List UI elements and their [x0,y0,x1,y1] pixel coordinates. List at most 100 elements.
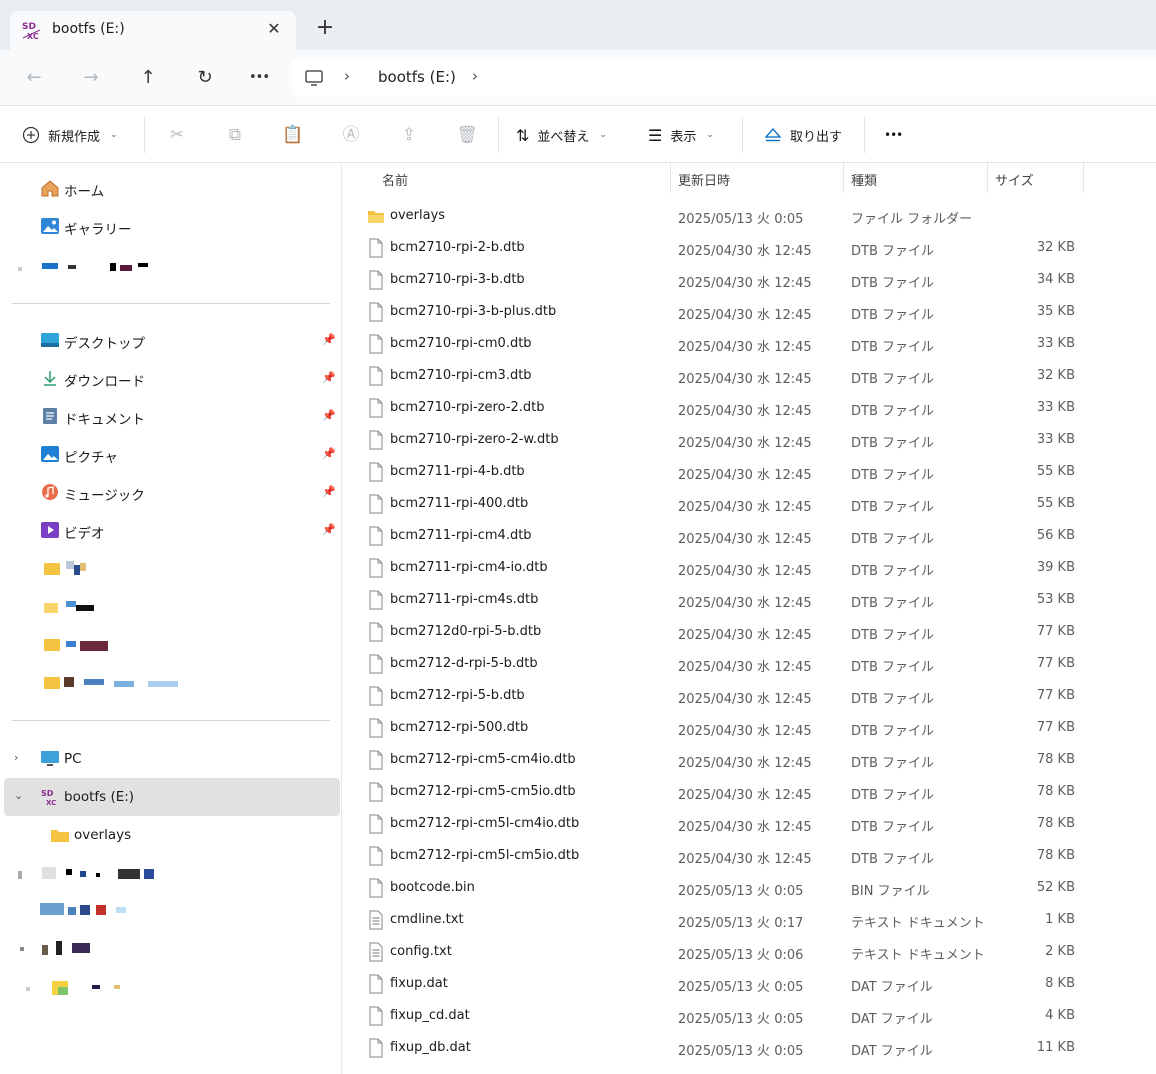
file-row[interactable]: cmdline.txt 2025/05/13 火 0:17 テキスト ドキュメント 1… [343,904,1156,936]
pin-icon[interactable]: 📌 [322,447,336,460]
sidebar-item-desktop[interactable]: デスクトップ 📌 [0,321,342,359]
file-row[interactable]: bcm2712-rpi-500.dtb 2025/04/30 水 12:45 DTB… [343,712,1156,744]
file-row[interactable]: bcm2711-rpi-cm4s.dtb 2025/04/30 水 12:45 DT… [343,584,1156,616]
sidebar-item-downloads[interactable]: ダウンロード 📌 [0,359,342,397]
address-bar[interactable]: › bootfs (E:) › [292,59,1156,97]
chevron-down-icon[interactable]: ⌄ [14,789,23,802]
see-more-button[interactable]: ••• [245,64,273,92]
sidebar-item-videos[interactable]: ビデオ 📌 [0,511,342,549]
file-size: 55 KB [1036,464,1075,479]
pin-icon[interactable]: 📌 [322,485,336,498]
file-row[interactable]: bcm2711-rpi-cm4-io.dtb 2025/04/30 水 12:45… [343,552,1156,584]
file-row[interactable]: bcm2710-rpi-cm0.dtb 2025/04/30 水 12:45 DTB… [343,328,1156,360]
up-button[interactable]: ↑ [134,64,162,92]
column-size[interactable]: サイズ [995,170,1034,189]
sidebar-item-gallery[interactable]: ギャラリー [0,207,342,245]
sort-button[interactable]: ⇅ 並べ替え ⌄ [516,121,607,149]
file-row[interactable]: bcm2710-rpi-zero-2.dtb 2025/04/30 水 12:45… [343,392,1156,424]
sidebar-item-pc[interactable]: › PC [0,740,342,778]
delete-icon[interactable]: 🗑 [455,123,479,147]
file-row[interactable]: bcm2710-rpi-cm3.dtb 2025/04/30 水 12:45 DTB… [343,360,1156,392]
file-row[interactable]: bcm2712-d-rpi-5-b.dtb 2025/04/30 水 12:45 D… [343,648,1156,680]
tab-bootfs[interactable]: SD XC bootfs (E:) ✕ [10,11,296,50]
file-row[interactable]: bcm2710-rpi-3-b.dtb 2025/04/30 水 12:45 DTB… [343,264,1156,296]
file-row[interactable]: bcm2710-rpi-3-b-plus.dtb 2025/04/30 水 12:… [343,296,1156,328]
file-row[interactable]: bcm2710-rpi-2-b.dtb 2025/04/30 水 12:45 DTB… [343,232,1156,264]
breadcrumb-bootfs[interactable]: bootfs (E:) [378,68,456,86]
redacted-item[interactable] [20,941,100,957]
paste-icon[interactable]: 📋 [281,123,305,147]
sidebar-item-home[interactable]: ホーム [0,169,342,207]
sidebar-item-overlays[interactable]: overlays [0,816,342,854]
copy-icon[interactable]: ⧉ [223,123,247,147]
pin-icon[interactable]: 📌 [322,409,336,422]
column-name[interactable]: 名前 [382,170,408,189]
redacted-item[interactable] [26,979,126,995]
chevron-down-icon: ⌄ [110,130,118,140]
sidebar-item-label: ドキュメント [64,412,145,428]
breadcrumb-separator[interactable]: › [344,67,350,85]
forward-button[interactable]: → [77,64,105,92]
pin-icon[interactable]: 📌 [322,333,336,346]
refresh-button[interactable]: ↻ [191,64,219,92]
column-resize-handle[interactable] [1083,163,1084,193]
column-date[interactable]: 更新日時 [678,170,730,189]
file-row[interactable]: fixup_db.dat 2025/05/13 火 0:05 DAT ファイル 11 … [343,1032,1156,1064]
file-row[interactable]: bcm2712-rpi-cm5l-cm5io.dtb 2025/04/30 水 1… [343,840,1156,872]
file-row[interactable]: bcm2711-rpi-4-b.dtb 2025/04/30 水 12:45 DTB… [343,456,1156,488]
column-resize-handle[interactable] [987,163,988,193]
back-button[interactable]: ← [20,64,48,92]
sidebar-divider [12,303,330,304]
file-row[interactable]: bcm2712-rpi-cm5-cm4io.dtb 2025/04/30 水 12… [343,744,1156,776]
file-icon [369,782,383,802]
file-row[interactable]: bcm2712-rpi-cm5-cm5io.dtb 2025/04/30 水 12… [343,776,1156,808]
more-options-button[interactable]: ••• [884,121,903,149]
file-row[interactable]: bcm2711-rpi-cm4.dtb 2025/04/30 水 12:45 DTB… [343,520,1156,552]
file-row[interactable]: bcm2710-rpi-zero-2-w.dtb 2025/04/30 水 12:… [343,424,1156,456]
redacted-folder[interactable] [44,561,104,577]
file-row[interactable]: bcm2712-rpi-5-b.dtb 2025/04/30 水 12:45 DTB… [343,680,1156,712]
file-row[interactable]: bcm2712-rpi-cm5l-cm4io.dtb 2025/04/30 水 1… [343,808,1156,840]
file-row[interactable]: overlays 2025/05/13 火 0:05 ファイル フォルダー [343,200,1156,232]
redacted-folder[interactable] [44,637,114,653]
file-row[interactable]: bootcode.bin 2025/05/13 火 0:05 BIN ファイル 52 … [343,872,1156,904]
divider [498,117,499,153]
column-resize-handle[interactable] [843,163,844,193]
share-icon[interactable]: ⇪ [397,123,421,147]
new-button[interactable]: 新規作成 ⌄ [22,121,118,149]
column-resize-handle[interactable] [670,163,671,193]
pin-icon[interactable]: 📌 [322,371,336,384]
file-row[interactable]: fixup.dat 2025/05/13 火 0:05 DAT ファイル 8 KB [343,968,1156,1000]
redacted-folder[interactable] [44,599,104,615]
new-tab-button[interactable]: + [310,14,340,44]
redacted-folder[interactable] [44,675,184,691]
file-size: 33 KB [1036,336,1075,351]
sidebar-item-pictures[interactable]: ピクチャ 📌 [0,435,342,473]
cut-icon[interactable]: ✂ [165,123,189,147]
redacted-item[interactable] [18,263,178,275]
file-row[interactable]: fixup_cd.dat 2025/05/13 火 0:05 DAT ファイル 4 K… [343,1000,1156,1032]
redacted-item[interactable] [40,903,130,917]
eject-button[interactable]: 取り出す [764,121,842,149]
view-button[interactable]: ☰ 表示 ⌄ [648,121,714,149]
chevron-right-icon[interactable]: › [14,751,18,764]
breadcrumb-separator[interactable]: › [472,67,478,85]
file-icon [369,398,383,418]
file-size: 56 KB [1036,528,1075,543]
sidebar-item-documents[interactable]: ドキュメント 📌 [0,397,342,435]
redacted-item[interactable] [18,867,158,881]
file-name: bootcode.bin [390,880,475,895]
column-type[interactable]: 種類 [851,170,877,189]
file-row[interactable]: config.txt 2025/05/13 火 0:06 テキスト ドキュメント 2 … [343,936,1156,968]
file-modified-date: 2025/04/30 水 12:45 [678,628,812,643]
close-tab-icon[interactable]: ✕ [262,17,286,41]
file-name: bcm2712-rpi-cm5l-cm5io.dtb [390,848,580,863]
sidebar-item-bootfs[interactable]: ⌄ SD XC bootfs (E:) [4,778,340,816]
rename-icon[interactable]: Ⓐ [339,123,363,147]
file-row[interactable]: bcm2711-rpi-400.dtb 2025/04/30 水 12:45 DTB… [343,488,1156,520]
pin-icon[interactable]: 📌 [322,523,336,536]
svg-text:SD: SD [22,22,36,32]
sidebar-item-music[interactable]: ミュージック 📌 [0,473,342,511]
file-row[interactable]: bcm2712d0-rpi-5-b.dtb 2025/04/30 水 12:45 D… [343,616,1156,648]
file-name: fixup.dat [390,976,448,991]
